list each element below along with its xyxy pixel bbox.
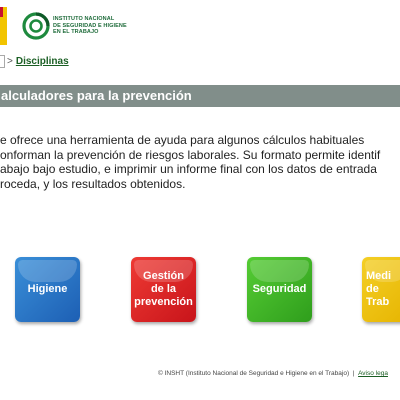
intro-line: onforman la prevención de riesgos labora… <box>0 147 381 162</box>
footer-copyright: © INSHT (Instituto Nacional de Seguridad… <box>158 370 350 377</box>
tile-label: Medi de Trab <box>366 270 392 308</box>
tile-seguridad-button[interactable]: Seguridad <box>247 257 312 322</box>
tile-label: Gestión de la prevención <box>134 270 193 308</box>
intro-paragraph: e ofrece una herramienta de ayuda para a… <box>0 133 400 191</box>
breadcrumb-separator: > <box>7 55 13 67</box>
breadcrumb-home-box[interactable] <box>0 54 5 68</box>
page-title: alculadores para la prevención <box>1 88 192 103</box>
tile-gestion-button[interactable]: Gestión de la prevención <box>131 257 196 322</box>
site-header: INSTITUTO NACIONAL DE SEGURIDAD E HIGIEN… <box>0 0 400 50</box>
tile-medicina-button[interactable]: Medi de Trab <box>362 257 400 322</box>
breadcrumb: > Disciplinas <box>0 54 69 68</box>
tile-gloss <box>250 260 309 282</box>
insht-logo-text[interactable]: INSTITUTO NACIONAL DE SEGURIDAD E HIGIEN… <box>53 16 153 36</box>
tile-label: Higiene <box>27 283 68 295</box>
breadcrumb-link-disciplinas[interactable]: Disciplinas <box>16 56 69 67</box>
flag-red-stripe <box>0 7 3 17</box>
logo-line-3: EN EL TRABAJO <box>53 29 99 35</box>
tile-higiene-button[interactable]: Higiene <box>15 257 80 322</box>
footer-separator: | <box>352 370 355 377</box>
footer: © INSHT (Instituto Nacional de Seguridad… <box>158 370 388 377</box>
intro-line: roceda, y los resultados obtenidos. <box>0 176 186 191</box>
tile-gloss <box>18 260 77 282</box>
title-bar: alculadores para la prevención <box>0 85 400 107</box>
intro-line: abajo bajo estudio, e imprimir un inform… <box>0 162 377 176</box>
footer-legal-link[interactable]: Aviso lega <box>358 370 388 377</box>
tile-label: Seguridad <box>252 283 307 295</box>
intro-line: e ofrece una herramienta de ayuda para a… <box>0 133 365 147</box>
insht-logo-icon[interactable] <box>22 12 50 40</box>
